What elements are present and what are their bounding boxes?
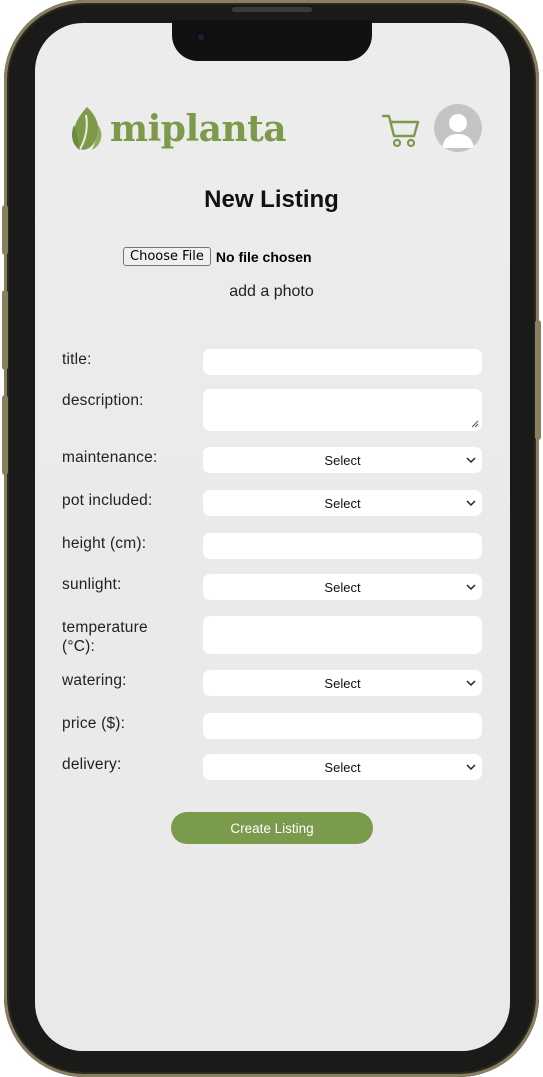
pot-included-label: pot included:: [62, 492, 153, 509]
chevron-down-icon: [466, 500, 476, 507]
pot-included-select[interactable]: Select: [203, 490, 482, 516]
chevron-down-icon: [466, 584, 476, 591]
temperature-label-line2: (°C):: [62, 638, 96, 655]
maintenance-select[interactable]: Select: [203, 447, 482, 473]
brand-logo[interactable]: miplanta: [68, 105, 287, 153]
title-input[interactable]: [203, 349, 482, 375]
sunlight-select[interactable]: Select: [203, 574, 482, 600]
create-listing-button[interactable]: Create Listing: [171, 812, 373, 844]
chevron-down-icon: [466, 680, 476, 687]
delivery-select[interactable]: Select: [203, 754, 482, 780]
title-label: title:: [62, 351, 92, 368]
watering-select[interactable]: Select: [203, 670, 482, 696]
resize-grip-icon[interactable]: [471, 420, 479, 428]
phone-speaker: [232, 7, 312, 12]
delivery-label: delivery:: [62, 756, 122, 773]
price-input[interactable]: [203, 713, 482, 739]
front-camera: [195, 31, 207, 43]
user-avatar-icon[interactable]: [434, 104, 482, 152]
chevron-down-icon: [466, 457, 476, 464]
page-title: New Listing: [204, 186, 339, 213]
chevron-down-icon: [466, 764, 476, 771]
maintenance-select-value: Select: [324, 452, 361, 468]
description-label: description:: [62, 392, 144, 409]
add-photo-hint: add a photo: [229, 283, 314, 300]
maintenance-label: maintenance:: [62, 449, 158, 466]
sunlight-select-value: Select: [324, 579, 361, 595]
delivery-select-value: Select: [324, 759, 361, 775]
watering-select-value: Select: [324, 675, 361, 691]
temperature-label: temperature (°C):: [62, 618, 148, 656]
price-label: price ($):: [62, 715, 126, 732]
file-status-text: No file chosen: [215, 248, 312, 265]
temperature-input[interactable]: [203, 616, 482, 654]
brand-name: miplanta: [110, 108, 287, 150]
watering-label: watering:: [62, 672, 127, 689]
temperature-label-line1: temperature: [62, 619, 148, 636]
photo-upload: Choose File No file chosen: [123, 247, 312, 266]
height-label: height (cm):: [62, 535, 147, 552]
height-input[interactable]: [203, 533, 482, 559]
phone-side-button: [535, 320, 541, 440]
leaf-logo-icon: [72, 107, 102, 150]
choose-file-button[interactable]: Choose File: [123, 247, 211, 266]
phone-side-button: [2, 290, 8, 370]
sunlight-label: sunlight:: [62, 576, 122, 593]
avatar-silhouette-icon: [442, 114, 474, 148]
phone-side-button: [2, 395, 8, 475]
description-textarea[interactable]: [203, 389, 482, 431]
shopping-cart-icon[interactable]: [381, 112, 421, 150]
pot-included-select-value: Select: [324, 495, 361, 511]
